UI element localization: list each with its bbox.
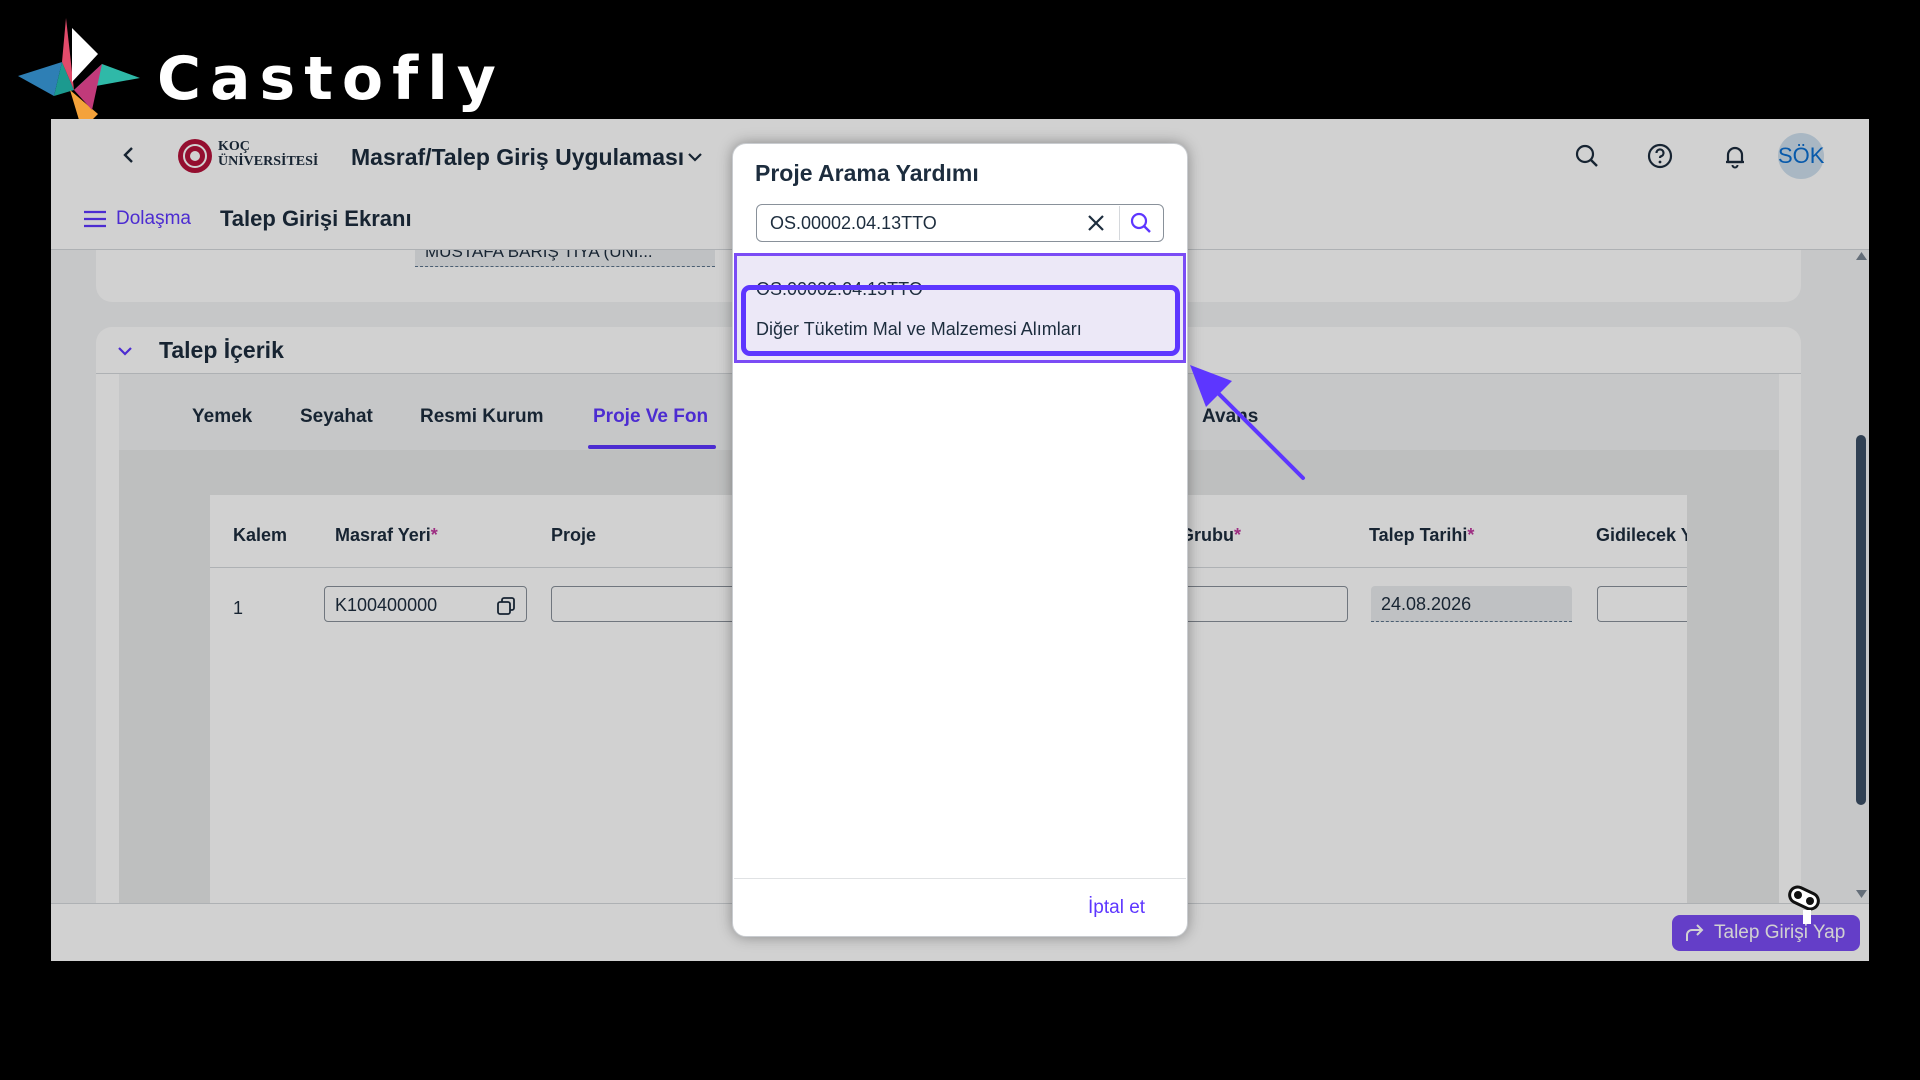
assistant-robot-icon[interactable] bbox=[1783, 880, 1829, 926]
castofly-brand-name: Castofly bbox=[157, 44, 505, 114]
tutorial-arrow-icon bbox=[1190, 365, 1305, 480]
search-icon[interactable] bbox=[1129, 211, 1153, 235]
search-divider bbox=[1119, 206, 1120, 240]
castofly-logo bbox=[18, 18, 140, 130]
cancel-button[interactable]: İptal et bbox=[1088, 896, 1145, 920]
dialog-search-value[interactable]: OS.00002.04.13TTO bbox=[770, 212, 937, 234]
tutorial-highlight-box bbox=[741, 285, 1180, 356]
dialog-footer-divider bbox=[734, 878, 1186, 879]
clear-icon[interactable] bbox=[1086, 213, 1106, 233]
dialog-title: Proje Arama Yardımı bbox=[755, 160, 979, 186]
